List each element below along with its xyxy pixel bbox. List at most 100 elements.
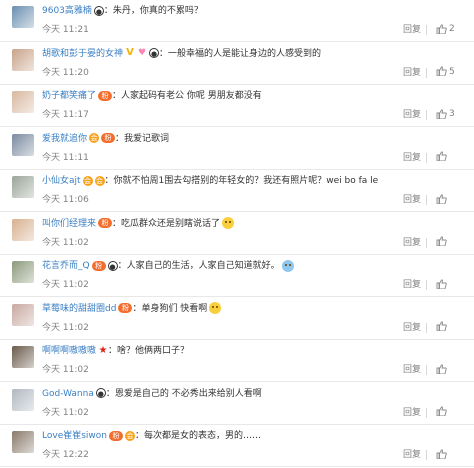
comment-line: 小仙女ajt 会会：你就不怕周1围去勾搭别的年轻女的？我还有照片呢？wei bo … <box>42 174 378 188</box>
fan-badge: 粉 <box>98 90 113 101</box>
smiley-emoji-icon <box>209 302 222 314</box>
divider <box>426 365 427 375</box>
comment-time: 今天 11:02 <box>42 237 89 248</box>
member-badge: 会 <box>94 175 105 186</box>
comment-text: ：我爱记歌词 <box>115 133 170 144</box>
like-button[interactable] <box>436 151 449 163</box>
avatar[interactable] <box>12 303 34 326</box>
comment-text: ：每次都是女的表态，男的…… <box>135 431 262 441</box>
comment-text: ：你就不怕周1围去勾搭别的年轻女的？我还有照片呢？wei bo fa le <box>104 176 379 186</box>
comment-text: ：人家起码有老公 你呢 男朋友都没有⁡ <box>112 91 262 101</box>
bow-icon: ♥ <box>137 48 147 58</box>
like-count: 2 <box>449 24 455 34</box>
panda-emoji-icon: ● <box>95 388 106 398</box>
comment-text: ：朱丹，你真的不累吗？ <box>103 6 203 16</box>
username-link[interactable]: 胡歌和彭于晏的女神 <box>42 49 123 59</box>
comment-time: 今天 11:02 <box>42 280 89 290</box>
like-button[interactable] <box>436 193 449 205</box>
username-link[interactable]: 爱我就追你 <box>42 134 87 144</box>
comment-time: 今天 12:22 <box>42 450 89 460</box>
like-button[interactable]: 2 <box>436 23 455 35</box>
thumbs-up-icon <box>436 236 447 246</box>
reply-button[interactable]: 回复 <box>403 109 421 121</box>
reply-button[interactable]: 回复 <box>403 67 421 79</box>
comment-line: 叫你们经理来粉：吃瓜群众还是别瞎说话了 <box>42 217 235 231</box>
thumbs-up-icon <box>436 321 447 331</box>
like-button[interactable] <box>436 406 449 418</box>
comment-line: 花言乔而_Q 粉 ● ：人家自己的生活，人家自己知道就好。 <box>42 259 294 273</box>
reply-button[interactable]: 回复 <box>403 24 421 36</box>
comment-line: 9603高雅楠 ● ：朱丹，你真的不累吗？ <box>42 4 203 18</box>
fan-badge: 粉 <box>91 260 106 271</box>
thumbs-up-icon <box>436 193 447 204</box>
divider <box>426 280 427 290</box>
comment-text: ：恩爱是自己的 不必秀出来给别人看啊 <box>105 388 262 399</box>
username-link[interactable]: 草莓味的甜甜圈dd <box>42 304 116 314</box>
fan-badge: 粉 <box>118 303 133 313</box>
reply-button[interactable]: 回复 <box>403 279 421 291</box>
like-button[interactable] <box>436 278 449 290</box>
username-link[interactable]: 奶子都笑痛了 <box>42 91 96 101</box>
comment-line: Love崔崔siwon 粉会：每次都是女的表态，男的…… <box>42 429 261 443</box>
fan-badge: 粉 <box>98 218 113 228</box>
like-button[interactable]: 5 <box>436 66 455 78</box>
divider <box>426 152 427 163</box>
avatar[interactable] <box>12 6 34 28</box>
v-verified-icon: V <box>126 47 134 58</box>
reply-button[interactable]: 回复 <box>403 449 421 461</box>
avatar[interactable] <box>12 388 34 411</box>
reply-button[interactable]: 回复 <box>403 237 421 249</box>
comment-row: 小仙女ajt 会会：你就不怕周1围去勾搭别的年轻女的？我还有照片呢？wei bo … <box>0 170 474 212</box>
reply-button[interactable]: 回复 <box>403 152 421 164</box>
comment-time: 今天 11:06 <box>42 195 89 205</box>
avatar[interactable] <box>12 133 34 156</box>
like-count: 5 <box>449 66 455 77</box>
username-link[interactable]: 啊啊啊嗷嗷嗷 <box>42 346 96 356</box>
like-button[interactable]: 3 <box>436 108 455 120</box>
username-link[interactable]: 小仙女ajt <box>42 176 81 186</box>
avatar[interactable] <box>12 261 34 283</box>
username-link[interactable]: 9603高雅楠 <box>42 6 92 16</box>
username-link[interactable]: Love崔崔siwon <box>42 431 107 441</box>
comment-row: 花言乔而_Q 粉 ● ：人家自己的生活，人家自己知道就好。今天 11:02 回复 <box>0 255 474 297</box>
comment-time: 今天 11:02 <box>42 322 89 333</box>
comment-row: 叫你们经理来粉：吃瓜群众还是别瞎说话了 今天 11:02 回复 <box>0 213 474 255</box>
avatar[interactable] <box>12 346 34 368</box>
comment-time: 今天 11:02 <box>42 407 89 418</box>
comment-row: 胡歌和彭于晏的女神 V ♥ ● ：一般幸福的人是能让身边的人感受到的 今天 11:20 回复… <box>0 43 474 85</box>
comment-row: Love崔崔siwon 粉会：每次都是女的表态，男的…… 今天 12:22 回复 <box>0 425 474 467</box>
thumbs-up-icon <box>436 363 447 374</box>
comment-text: ：啥？他俩两口子？ <box>108 346 190 356</box>
reply-button[interactable]: 回复 <box>403 322 421 334</box>
reply-button[interactable]: 回复 <box>403 194 421 206</box>
comment-line: 啊啊啊嗷嗷嗷 ★：啥？他俩两口子？ <box>42 344 189 358</box>
avatar[interactable] <box>12 218 34 241</box>
comment-time: 今天 11:21 <box>42 25 89 35</box>
comment-line: 奶子都笑痛了粉：人家起码有老公 你呢 男朋友都没有⁡ <box>42 89 262 103</box>
like-button[interactable] <box>436 236 449 248</box>
like-button[interactable] <box>436 448 449 460</box>
thumbs-up-icon <box>436 278 447 289</box>
username-link[interactable]: God-Wanna <box>42 389 94 399</box>
username-link[interactable]: 叫你们经理来 <box>42 219 96 229</box>
reply-button[interactable]: 回复 <box>403 407 421 419</box>
divider <box>426 322 427 333</box>
divider <box>426 25 427 35</box>
like-button[interactable] <box>436 321 449 333</box>
divider <box>426 237 427 248</box>
reply-button[interactable]: 回复 <box>403 364 421 376</box>
comment-line: God-Wanna ● ：恩爱是自己的 不必秀出来给别人看啊 <box>42 387 262 401</box>
comment-row: 爱我就追你会粉：我爱记歌词 今天 11:11 回复 <box>0 128 474 170</box>
avatar[interactable] <box>12 176 34 198</box>
like-button[interactable] <box>436 363 449 375</box>
comment-row: God-Wanna ● ：恩爱是自己的 不必秀出来给别人看啊 今天 11:02 回复 <box>0 383 474 425</box>
username-link[interactable]: 花言乔而_Q <box>42 261 90 271</box>
avatar[interactable] <box>12 431 34 453</box>
comment-feed: 9603高雅楠 ● ：朱丹，你真的不累吗？ 今天 11:21 回复 2 胡歌和彭于晏的女神 V… <box>0 0 474 468</box>
avatar[interactable] <box>12 48 34 71</box>
star-badge: ★ <box>98 344 108 356</box>
panda-emoji-icon: ● <box>93 5 104 16</box>
comment-time: 今天 11:20 <box>42 67 89 78</box>
divider <box>426 195 427 205</box>
avatar[interactable] <box>12 91 34 113</box>
